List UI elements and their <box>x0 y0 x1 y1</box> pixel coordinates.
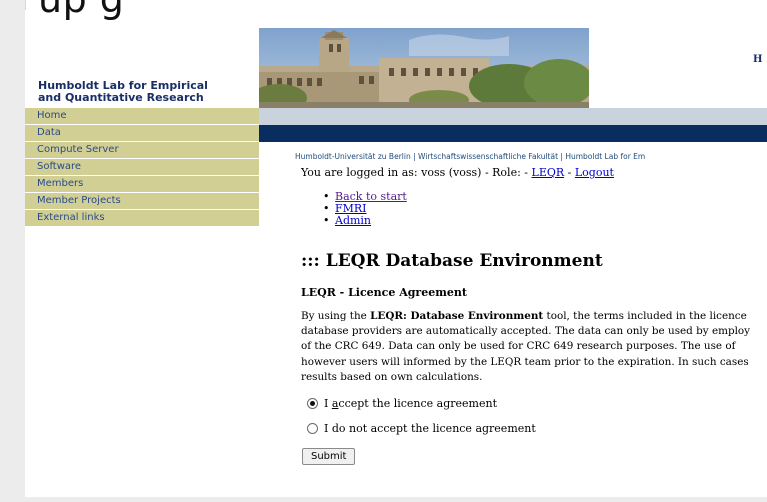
sidebar-item-members[interactable]: Members <box>25 176 259 193</box>
sidebar-item-data[interactable]: Data <box>25 125 259 142</box>
login-separator: - <box>564 166 575 179</box>
quick-links: Back to start FMRI Admin <box>323 191 407 227</box>
clipped-overlay-text: up g <box>38 0 124 21</box>
admin-link[interactable]: Admin <box>335 214 371 227</box>
licence-text-line: of the CRC 649. Data can only be used fo… <box>301 340 736 353</box>
submit-button[interactable]: Submit <box>302 448 356 465</box>
sidebar-nav: Home Data Compute Server Software Member… <box>25 108 259 227</box>
licence-text-line: By using the LEQR: Database Environment … <box>301 309 767 324</box>
page-area: Humboldt Lab for Empirical and Quantitat… <box>25 10 767 497</box>
window-frame-left <box>0 0 26 502</box>
accept-option[interactable]: I accept the licence agreement <box>307 397 497 410</box>
accept-radio[interactable] <box>307 398 318 409</box>
licence-text: By using the LEQR: Database Environment … <box>301 309 767 385</box>
login-status-text: You are logged in as: voss (voss) - Role… <box>301 166 532 179</box>
window-frame-bottom <box>0 497 767 502</box>
licence-text-segment: tool, the terms included in the licence <box>543 310 747 322</box>
accept-label[interactable]: I accept the licence agreement <box>324 397 497 410</box>
list-item: Admin <box>323 215 407 227</box>
sidebar-item-external-links[interactable]: External links <box>25 210 259 227</box>
sidebar-item-home[interactable]: Home <box>25 108 259 125</box>
decline-label[interactable]: I do not accept the licence agreement <box>324 422 536 435</box>
logout-link[interactable]: Logout <box>575 166 614 179</box>
breadcrumb-lab[interactable]: Humboldt Lab for Em <box>565 152 645 161</box>
licence-text-line: database providers are automatically acc… <box>301 325 751 338</box>
sidebar-item-member-projects[interactable]: Member Projects <box>25 193 259 210</box>
breadcrumb-separator: | <box>410 152 418 161</box>
accept-label-text: ccept the licence agreement <box>338 397 497 410</box>
licence-text-line: however users will informed by the LEQR … <box>301 355 749 368</box>
decline-radio[interactable] <box>307 423 318 434</box>
breadcrumb-university[interactable]: Humboldt-Universität zu Berlin <box>295 152 411 161</box>
header-band-navy <box>259 125 767 142</box>
header-band-light <box>259 108 767 125</box>
breadcrumb-faculty[interactable]: Wirtschaftswissenschaftliche Fakultät <box>418 152 558 161</box>
section-title: LEQR - Licence Agreement <box>301 286 467 299</box>
header-right-text: H <box>753 54 763 65</box>
login-status: You are logged in as: voss (voss) - Role… <box>301 166 614 179</box>
breadcrumb: Humboldt-Universität zu Berlin | Wirtsch… <box>295 152 645 161</box>
header-photo-building <box>259 28 589 108</box>
role-link[interactable]: LEQR <box>532 166 565 179</box>
decline-option[interactable]: I do not accept the licence agreement <box>307 422 536 435</box>
tool-name: LEQR: Database Environment <box>370 310 544 322</box>
page-title: ::: LEQR Database Environment <box>301 251 603 271</box>
lab-name: Humboldt Lab for Empirical and Quantitat… <box>38 80 258 104</box>
licence-text-segment: By using the <box>301 310 371 322</box>
lab-name-line2: and Quantitative Research <box>38 91 204 104</box>
sidebar-item-software[interactable]: Software <box>25 159 259 176</box>
accept-label-text: I <box>324 397 332 410</box>
licence-text-line: results based on own calculations. <box>301 370 483 383</box>
sidebar-item-compute-server[interactable]: Compute Server <box>25 142 259 159</box>
